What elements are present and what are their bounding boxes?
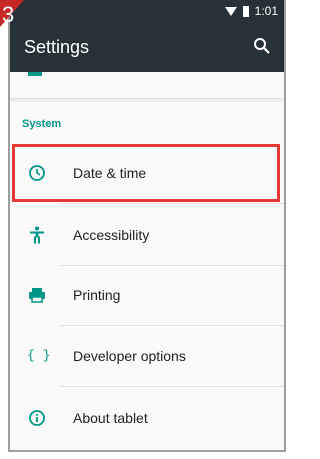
- settings-item-accessibility[interactable]: Accessibility: [10, 206, 284, 266]
- highlight-box: [12, 144, 280, 202]
- partial-item-icon: [28, 72, 42, 76]
- settings-item-label: About tablet: [73, 410, 148, 426]
- settings-item-developer-options[interactable]: { } Developer options: [10, 327, 284, 387]
- settings-screen: 1:01 Settings System Date & time Accessi…: [8, 0, 286, 452]
- page-title: Settings: [24, 37, 90, 57]
- status-icons: 1:01: [224, 4, 278, 18]
- list-item-partial[interactable]: [10, 72, 284, 99]
- info-icon: [29, 410, 45, 426]
- divider: [60, 203, 284, 204]
- settings-item-printing[interactable]: Printing: [10, 266, 284, 326]
- step-number: 3: [2, 2, 15, 27]
- section-header-system: System: [22, 118, 62, 130]
- divider: [60, 386, 284, 387]
- app-bar: Settings: [10, 22, 284, 72]
- settings-item-label: Printing: [73, 287, 121, 303]
- search-icon[interactable]: [252, 36, 272, 56]
- settings-item-label: Developer options: [73, 348, 186, 364]
- status-time: 1:01: [254, 4, 278, 18]
- wifi-icon: [224, 6, 237, 16]
- printer-icon: [29, 288, 45, 303]
- battery-icon: [242, 5, 249, 17]
- divider: [60, 325, 284, 326]
- settings-item-about-tablet[interactable]: About tablet: [10, 389, 284, 449]
- accessibility-icon: [30, 226, 44, 244]
- status-bar: 1:01: [10, 0, 284, 22]
- code-braces-icon: { }: [27, 348, 51, 363]
- settings-item-label: Accessibility: [73, 227, 150, 243]
- section-divider: [10, 99, 284, 102]
